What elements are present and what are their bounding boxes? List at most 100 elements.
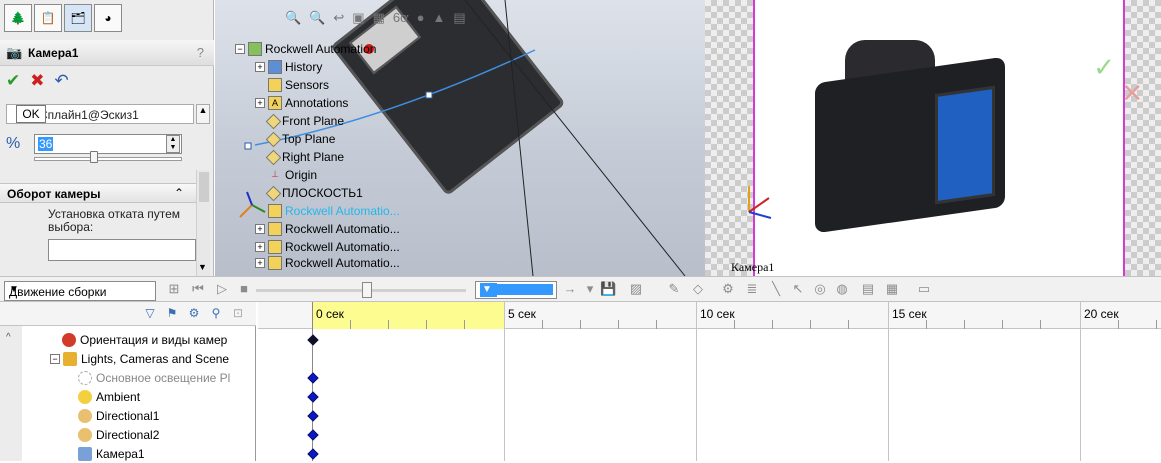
playback-slider-thumb[interactable] (362, 282, 372, 298)
graphics-viewport[interactable]: 🔍 🔍 ↩ ▣ ▦ 6ơ ● ▲ ▤ − Rockwell Automation … (215, 0, 705, 276)
filter-selected-icon[interactable]: ⚙ (186, 306, 202, 322)
expand-icon[interactable]: + (255, 62, 265, 72)
expand-icon[interactable]: + (255, 98, 265, 108)
filter-animated-icon[interactable]: ▽ (142, 306, 158, 322)
timeline-minor-tick (1002, 320, 1003, 329)
chevron-up-icon[interactable]: ^ (6, 332, 11, 343)
tree-item-ambient-light[interactable]: Основное освещение Pl (78, 369, 230, 387)
display-style-icon[interactable]: ▦ (373, 10, 385, 26)
damper-icon[interactable]: ╲ (768, 281, 784, 297)
tree-item-part-selected[interactable]: Rockwell Automatio... (268, 202, 400, 220)
animation-wizard-icon[interactable]: ▨ (628, 281, 644, 297)
scrollbar-thumb[interactable] (199, 172, 209, 202)
autokey-icon[interactable]: ✎ (666, 281, 682, 297)
playback-mode-icon[interactable]: → (562, 281, 578, 297)
position-spinner[interactable]: ▲ ▼ (166, 135, 180, 153)
tree-item-right-plane[interactable]: Right Plane (265, 148, 344, 166)
chevron-up-icon[interactable]: ▲ (196, 104, 210, 124)
expand-icon[interactable]: + (255, 224, 265, 234)
tree-item-lights-cameras[interactable]: − Lights, Cameras and Scene (50, 350, 229, 368)
previous-view-icon[interactable]: ↩ (333, 10, 344, 26)
position-slider-track[interactable] (34, 157, 182, 161)
expand-icon[interactable]: + (255, 242, 265, 252)
camera-rotation-group[interactable]: Оборот камеры ⌃ (0, 183, 196, 203)
zoom-area-icon[interactable]: 🔍 (309, 10, 325, 26)
chevron-down-icon[interactable]: ▼ (198, 262, 207, 272)
help-icon[interactable]: ? (197, 45, 204, 60)
spring-icon[interactable]: ≣ (744, 281, 760, 297)
chevron-down-icon[interactable]: ▼ (9, 284, 152, 295)
filter-results-icon[interactable]: ⚲ (208, 306, 224, 322)
confirm-check-icon[interactable]: ✓ (1093, 52, 1115, 83)
panel-scrollbar[interactable]: ▼ (196, 170, 210, 276)
play-icon[interactable]: ▷ (214, 281, 230, 297)
scene-icon[interactable]: ▲ (433, 10, 446, 26)
gravity-icon[interactable]: ◍ (834, 281, 850, 297)
chevron-down-icon[interactable]: ▼ (480, 284, 553, 295)
view-settings-icon[interactable]: ▤ (453, 10, 465, 26)
zoom-to-fit-icon[interactable]: 🔍 (285, 10, 301, 26)
playback-mode-dropdown-icon[interactable]: ▾ (582, 281, 598, 297)
play-from-start-icon[interactable]: ⏮ (190, 281, 206, 297)
motion-tree-scrollbar[interactable]: ^ (0, 326, 22, 461)
autofit-icon[interactable]: ⊡ (230, 306, 246, 322)
camera-view-pane[interactable]: ✓ ✕ Камера1 (705, 0, 1161, 276)
study-properties-icon[interactable]: ▦ (884, 281, 900, 297)
tree-item-top-plane[interactable]: Top Plane (265, 130, 335, 148)
tree-item-origin[interactable]: ⊥ Origin (268, 166, 317, 184)
tree-item-history[interactable]: + History (255, 58, 322, 76)
collapse-icon[interactable]: − (235, 44, 245, 54)
tree-item-orientation[interactable]: Ориентация и виды камер (62, 331, 227, 349)
tree-item-directional1[interactable]: Directional1 (78, 407, 159, 425)
feature-manager-tab-icon[interactable]: 🌲 (4, 4, 32, 32)
study-type-select[interactable]: Движение сборки ▼ (4, 281, 156, 301)
camera-view-label: Камера1 (731, 260, 775, 274)
timeline-label-0: 0 сек (316, 307, 344, 321)
collapse-chevron-icon[interactable]: ⌃ (174, 186, 184, 200)
timeline-label-15: 15 сек (892, 307, 927, 321)
timeline-minor-tick (580, 320, 581, 329)
appearance-icon[interactable]: ● (417, 10, 425, 26)
page-title: Камера1 (28, 46, 79, 60)
property-manager-tab-icon[interactable]: 📋 (34, 4, 62, 32)
cancel-x-icon[interactable]: ✖ (30, 72, 44, 90)
playback-speed-select[interactable]: 1x ▼ (475, 281, 557, 299)
tree-item-annotations[interactable]: + A Annotations (255, 94, 348, 112)
save-animation-icon[interactable]: 💾 (600, 281, 616, 297)
timeline-minor-tick (464, 320, 465, 329)
display-manager-tab-icon[interactable]: ◕ (94, 4, 122, 32)
tree-item-root[interactable]: − Rockwell Automation (235, 40, 376, 58)
tree-item-part[interactable]: + Rockwell Automatio... (255, 256, 400, 270)
stop-icon[interactable]: ■ (236, 281, 252, 297)
cancel-x-icon[interactable]: ✕ (1121, 78, 1143, 109)
tree-item-part[interactable]: + Rockwell Automatio... (255, 220, 400, 238)
results-icon[interactable]: ▤ (860, 281, 876, 297)
tree-item-camera1[interactable]: Камера1 (78, 445, 145, 463)
force-icon[interactable]: ↖ (790, 281, 806, 297)
calculate-icon[interactable]: ⊞ (166, 281, 182, 297)
tree-item-directional2[interactable]: Directional2 (78, 426, 159, 444)
tree-item-ambient[interactable]: Ambient (78, 388, 140, 406)
playback-slider[interactable] (256, 289, 466, 292)
configuration-manager-tab-icon[interactable]: 🗂 (64, 4, 92, 32)
timeline-minor-tick (964, 320, 965, 329)
tree-item-part[interactable]: + Rockwell Automatio... (255, 238, 400, 256)
motor-icon[interactable]: ⚙ (720, 281, 736, 297)
filter-driving-icon[interactable]: ⚑ (164, 306, 180, 322)
expand-icon[interactable]: + (255, 258, 265, 268)
add-key-icon[interactable]: ◇ (690, 281, 706, 297)
position-slider-thumb[interactable] (90, 151, 98, 163)
ok-check-icon[interactable]: ✔ (6, 72, 20, 90)
view-orientation-icon[interactable]: ▣ (352, 10, 364, 26)
hide-show-icon[interactable]: 6ơ (393, 10, 409, 26)
tree-item-front-plane[interactable]: Front Plane (265, 112, 344, 130)
undo-icon[interactable]: ↶ (55, 72, 69, 90)
collapse-manager-icon[interactable]: ▭ (916, 281, 932, 297)
roll-selection-input[interactable] (48, 239, 196, 261)
tree-item-sensors[interactable]: Sensors (268, 76, 329, 94)
directional-light-icon (78, 428, 92, 442)
collapse-icon[interactable]: − (50, 354, 60, 364)
position-percent-input[interactable]: 36 (34, 134, 182, 154)
contact-icon[interactable]: ◎ (812, 281, 828, 297)
tree-item-plane1[interactable]: ПЛОСКОСТЬ1 (265, 184, 363, 202)
